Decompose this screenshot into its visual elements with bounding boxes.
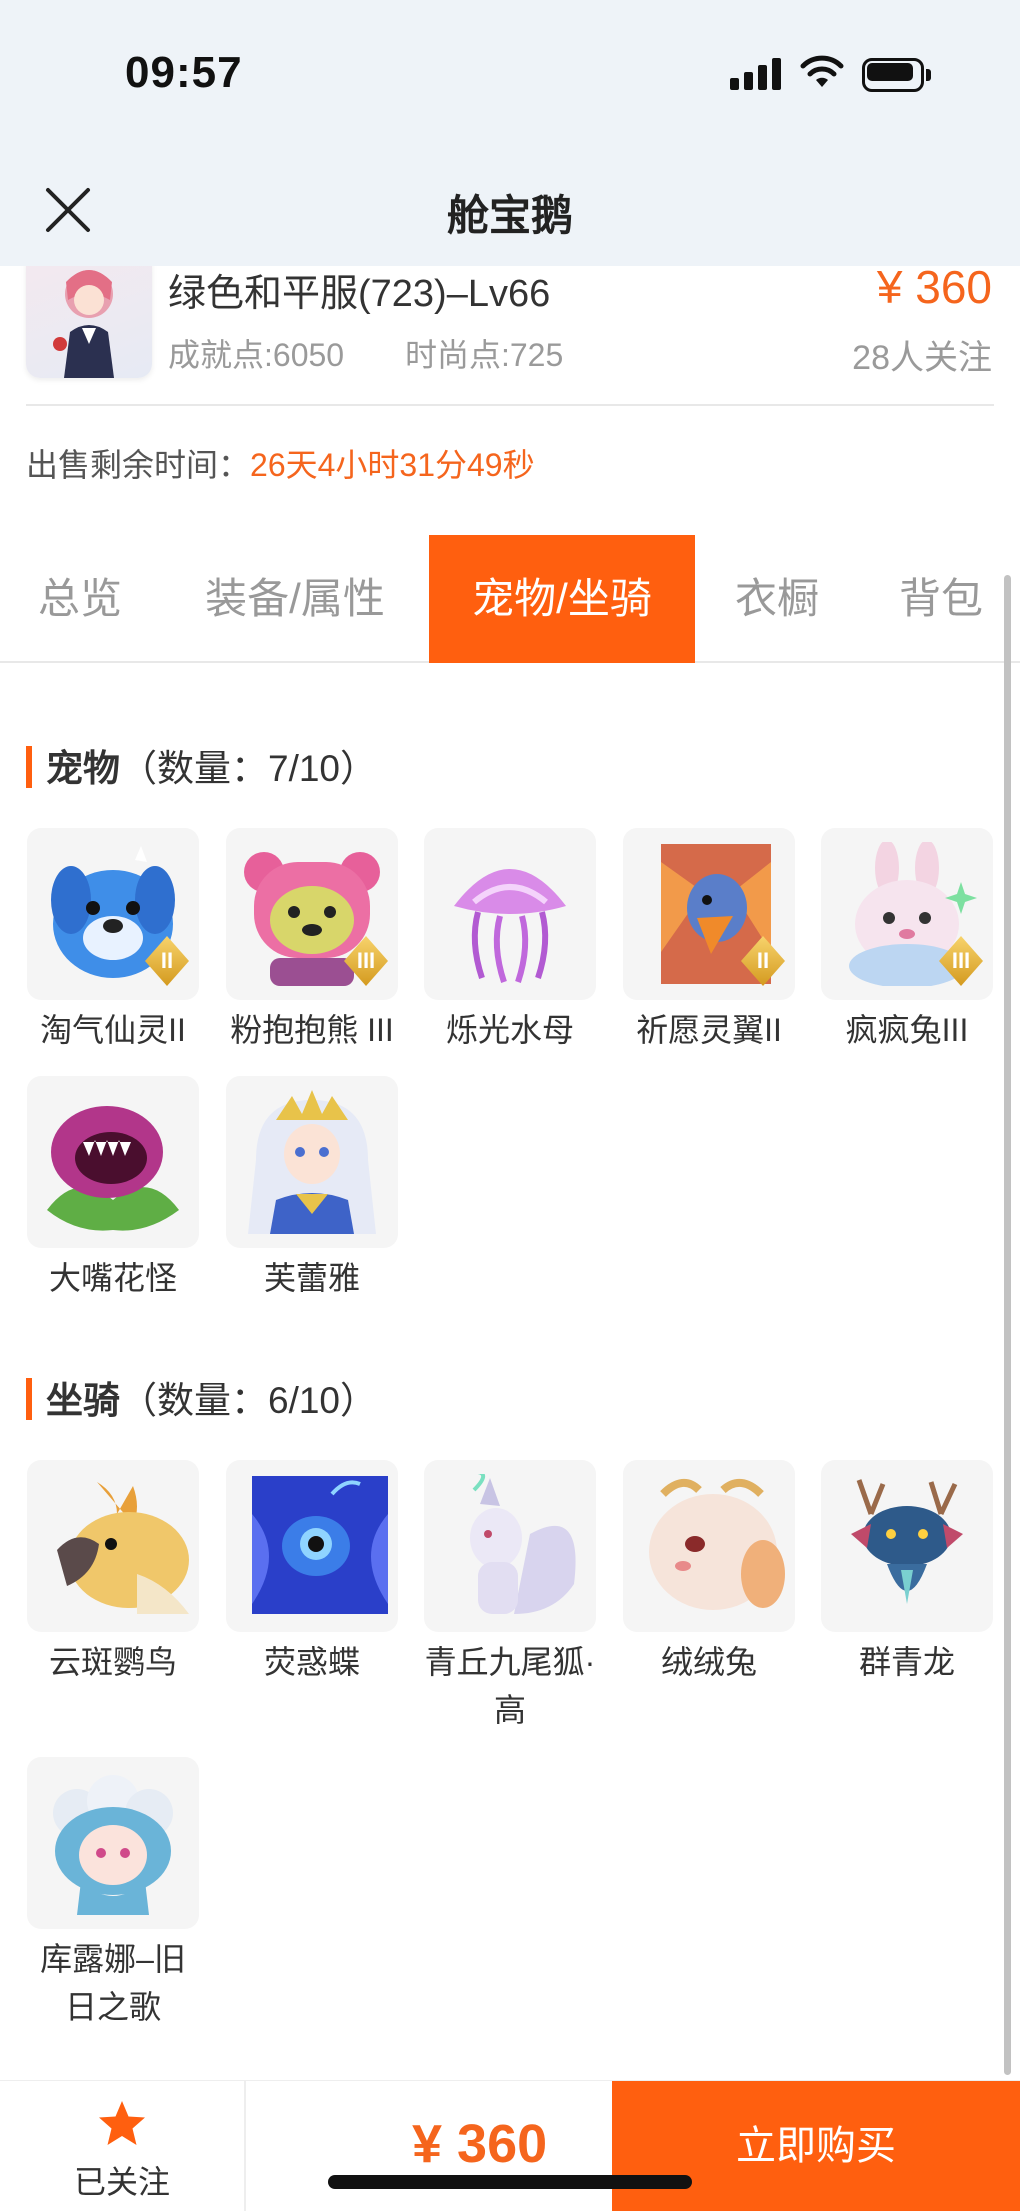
butterfly-icon — [252, 1476, 388, 1614]
product-name: 绿色和平服(723)–Lv66 — [168, 273, 551, 315]
pet-name: 大嘴花怪 — [48, 1260, 177, 1296]
page-title: 舱宝鹅 — [446, 192, 573, 239]
bottom-action-bar: 已关注 ¥ 360 立即购买 — [0, 2080, 1020, 2211]
mount-name: 群青龙 — [858, 1644, 955, 1680]
mount-item[interactable]: 青丘九尾狐·高 — [424, 1460, 596, 1734]
pets-count: （数量：7/10） — [120, 748, 378, 789]
pet-item[interactable]: III 疯疯兔III — [821, 828, 993, 1054]
fashion-points: 时尚点:725 — [404, 337, 564, 373]
buy-now-button[interactable]: 立即购买 — [612, 2081, 1020, 2211]
pets-title: 宠物 — [46, 748, 120, 789]
pet-name: 淘气仙灵II — [40, 1012, 186, 1048]
goddess-icon — [248, 1090, 376, 1234]
pet-item[interactable]: III 粉抱抱熊 III — [226, 828, 398, 1054]
mounts-section-title: 坐骑（数量：6/10） — [26, 1370, 377, 1424]
pets-section-title: 宠物（数量：7/10） — [26, 738, 377, 792]
signal-icon — [730, 58, 782, 90]
mount-item[interactable]: 群青龙 — [821, 1460, 993, 1686]
bottom-price: ¥ 360 — [412, 2114, 548, 2174]
sheep-girl-icon — [53, 1775, 173, 1915]
mount-name: 库露娜–旧日之歌 — [40, 1941, 186, 2025]
parrot-icon — [57, 1482, 189, 1614]
pet-item[interactable]: II 祈愿灵翼II — [623, 828, 795, 1054]
pet-item[interactable]: 大嘴花怪 — [27, 1076, 199, 1302]
sale-time-label: 出售剩余时间： — [26, 447, 251, 483]
pet-name: 粉抱抱熊 III — [230, 1012, 394, 1048]
tab-overview[interactable]: 总览 — [0, 535, 160, 663]
flower-monster-icon — [47, 1106, 179, 1231]
follower-count: 28人关注 — [852, 339, 992, 377]
pet-item[interactable]: 烁光水母 — [424, 828, 596, 1054]
sale-time-value: 26天4小时31分49秒 — [250, 447, 535, 483]
follow-button[interactable]: 已关注 — [0, 2081, 244, 2211]
pet-name: 芙蕾雅 — [263, 1260, 360, 1296]
jellyfish-icon — [454, 869, 566, 983]
mount-item[interactable]: 云斑鹦鸟 — [27, 1460, 199, 1686]
tab-equipment[interactable]: 装备/属性 — [178, 535, 412, 663]
mount-name: 青丘九尾狐·高 — [424, 1644, 596, 1728]
sale-remaining-time: 出售剩余时间：26天4小时31分49秒 — [26, 440, 535, 486]
follow-label: 已关注 — [73, 2164, 170, 2200]
pet-name: 祈愿灵翼II — [636, 1012, 782, 1048]
divider — [244, 2081, 246, 2211]
achievement-points: 成就点:6050 — [168, 337, 345, 373]
pet-item[interactable]: II 淘气仙灵II — [27, 828, 199, 1054]
mount-item[interactable]: 荧惑蝶 — [226, 1460, 398, 1686]
mount-item[interactable]: 库露娜–旧日之歌 — [27, 1757, 199, 2031]
product-stats: 成就点:6050 时尚点:725 — [168, 330, 615, 376]
pet-name: 疯疯兔III — [845, 1012, 969, 1048]
mount-name: 云斑鹦鸟 — [48, 1644, 177, 1680]
mount-name: 荧惑蝶 — [263, 1644, 360, 1680]
nine-tail-fox-icon — [470, 1474, 576, 1614]
pet-name: 烁光水母 — [445, 1012, 574, 1048]
status-time: 09:57 — [125, 48, 243, 97]
pet-item[interactable]: 芙蕾雅 — [226, 1076, 398, 1302]
star-icon — [99, 2101, 145, 2145]
character-thumbnail[interactable] — [26, 252, 152, 378]
battery-icon — [862, 58, 932, 92]
mounts-title: 坐骑 — [46, 1380, 120, 1421]
tab-bar: 总览 装备/属性 宠物/坐骑 衣橱 背包 — [0, 535, 1020, 663]
mounts-count: （数量：6/10） — [120, 1380, 378, 1421]
dragon-icon — [851, 1479, 963, 1604]
mount-item[interactable]: 绒绒兔 — [623, 1460, 795, 1686]
wifi-icon — [800, 55, 844, 87]
scrollbar[interactable] — [1004, 575, 1011, 2075]
divider — [26, 404, 994, 406]
tab-wardrobe[interactable]: 衣橱 — [712, 535, 842, 663]
product-price: ¥ 360 — [876, 261, 992, 313]
tab-backpack[interactable]: 背包 — [876, 535, 1006, 663]
app-header: 09:57 舱宝鹅 — [0, 0, 1020, 266]
tab-pets-mounts[interactable]: 宠物/坐骑 — [429, 535, 695, 663]
home-indicator — [328, 2175, 692, 2189]
fluffy-rabbit-icon — [649, 1479, 785, 1610]
mount-name: 绒绒兔 — [660, 1644, 757, 1680]
